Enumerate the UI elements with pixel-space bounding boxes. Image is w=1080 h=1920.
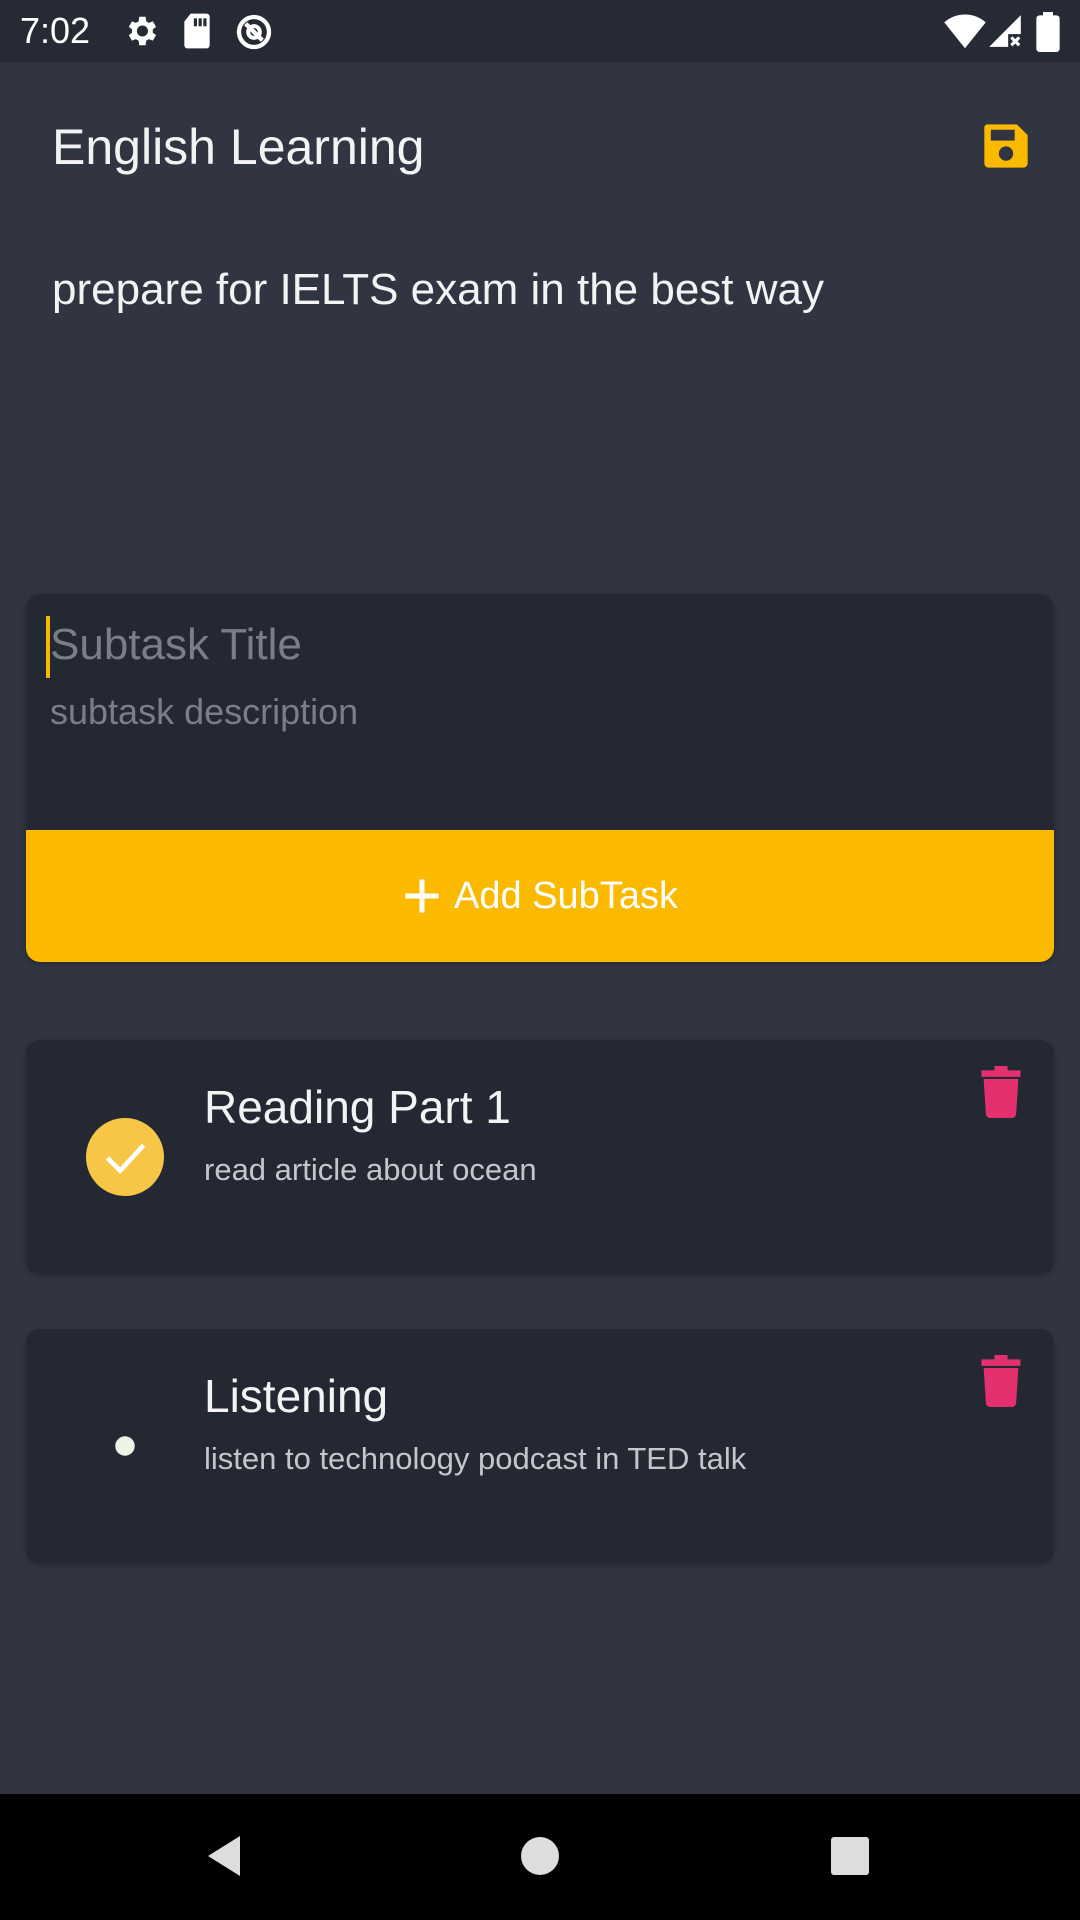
new-subtask-card: Add SubTask <box>26 594 1054 962</box>
save-icon <box>984 124 1028 168</box>
subtask-description: read article about ocean <box>204 1152 537 1187</box>
subtask-title: Listening <box>204 1370 389 1422</box>
subtask-description: listen to technology podcast in TED talk <box>204 1441 747 1476</box>
plus-icon <box>405 879 439 913</box>
subtask-title: Reading Part 1 <box>204 1081 511 1133</box>
delete-icon[interactable] <box>978 1355 1024 1407</box>
save-button[interactable] <box>980 120 1032 172</box>
subtask-card[interactable]: Reading Part 1 read article about ocean <box>26 1040 1054 1274</box>
delete-icon[interactable] <box>978 1066 1024 1118</box>
text-cursor <box>46 616 50 678</box>
checked-circle-icon[interactable] <box>86 1118 164 1196</box>
signal-icon <box>989 15 1021 47</box>
add-subtask-label: Add SubTask <box>454 874 678 917</box>
recents-icon[interactable] <box>830 1836 870 1876</box>
task-description[interactable]: prepare for IELTS exam in the best way <box>52 265 824 315</box>
sd-card-icon <box>184 13 210 49</box>
home-icon[interactable] <box>520 1836 560 1876</box>
subtask-title-input[interactable] <box>48 614 1032 676</box>
status-bar: 7:02 <box>0 0 1080 62</box>
add-subtask-button[interactable]: Add SubTask <box>26 830 1054 962</box>
task-title[interactable]: English Learning <box>52 118 425 176</box>
back-icon[interactable] <box>204 1834 244 1878</box>
wifi-icon <box>944 14 986 49</box>
navigation-bar <box>0 1794 1080 1920</box>
subtask-card[interactable]: Listening listen to technology podcast i… <box>26 1329 1054 1563</box>
settings-icon <box>128 16 157 46</box>
data-saver-icon <box>236 14 272 50</box>
battery-icon <box>1036 12 1060 52</box>
unchecked-dot-icon[interactable] <box>86 1407 164 1485</box>
subtask-description-input[interactable] <box>48 686 1032 738</box>
status-time: 7:02 <box>20 10 91 51</box>
